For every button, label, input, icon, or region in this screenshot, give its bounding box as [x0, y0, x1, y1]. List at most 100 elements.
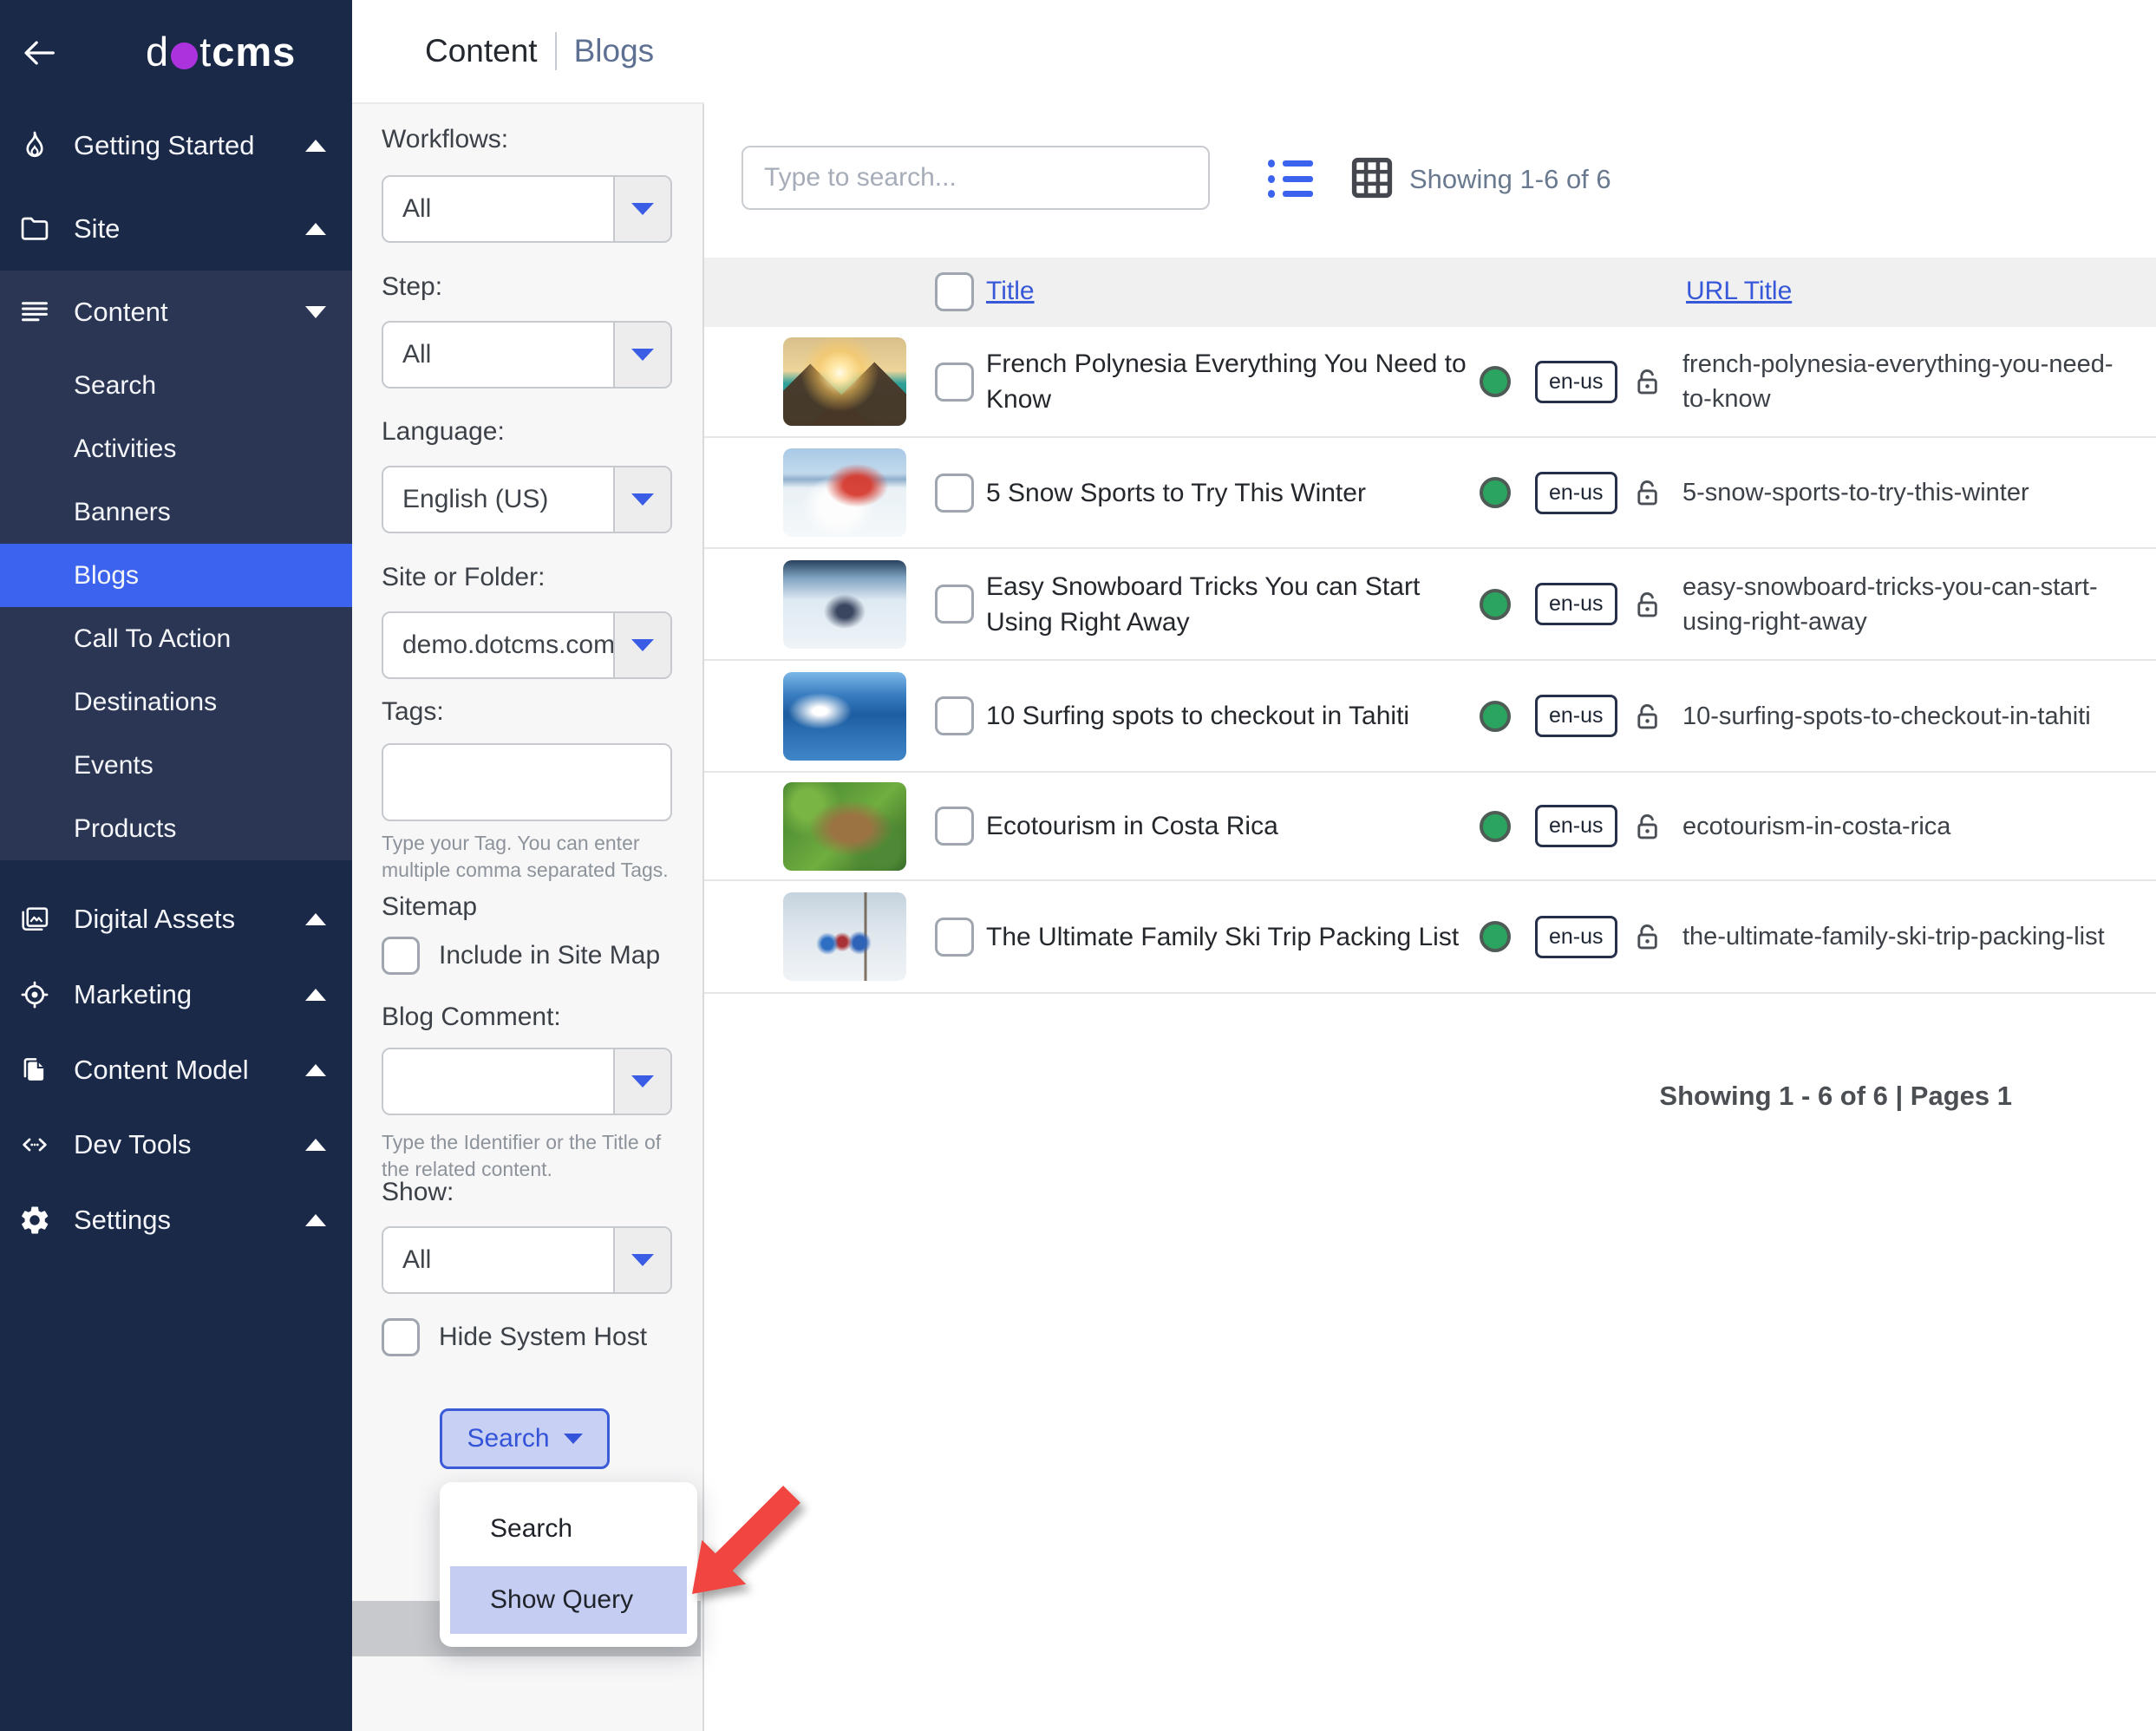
table-row[interactable]: 10 Surfing spots to checkout in Tahiti e… — [704, 661, 2156, 773]
sidebar-item-activities[interactable]: Activities — [0, 417, 352, 480]
sidebar-item-settings[interactable]: Settings — [0, 1179, 352, 1262]
dropdown-button[interactable] — [613, 177, 670, 241]
row-title: The Ultimate Family Ski Trip Packing Lis… — [986, 919, 1459, 955]
search-input[interactable] — [742, 146, 1210, 210]
search-button-label: Search — [467, 1424, 549, 1453]
chevron-up-icon — [305, 140, 326, 152]
language-badge: en-us — [1535, 472, 1617, 514]
sidebar-subitem-label: Products — [74, 814, 176, 844]
row-checkbox[interactable] — [935, 807, 974, 846]
logo-dot-icon — [171, 42, 198, 69]
sidebar-item-dev-tools[interactable]: Dev Tools — [0, 1103, 352, 1186]
column-header-title[interactable]: Title — [986, 277, 1035, 306]
dotcms-logo: d t cms — [146, 29, 296, 75]
topbar: Content Blogs — [352, 0, 2156, 104]
site-or-folder-select[interactable]: demo.dotcms.com — [382, 611, 672, 679]
sidebar-item-marketing[interactable]: Marketing — [0, 953, 352, 1036]
list-view-icon[interactable] — [1268, 160, 1313, 198]
breadcrumb-page: Blogs — [574, 33, 655, 69]
dropdown-button[interactable] — [613, 1228, 670, 1292]
dotcms-blogs-page: { "colors": { "sidebar_bg": "#1b2949", "… — [0, 0, 2156, 1731]
table-header: Title URL Title — [704, 258, 2156, 327]
lock-open-icon — [1632, 661, 1663, 771]
dropdown-button[interactable] — [613, 323, 670, 387]
language-badge: en-us — [1535, 583, 1617, 625]
row-checkbox[interactable] — [935, 474, 974, 513]
workflows-select[interactable]: All — [382, 175, 672, 243]
status-published-icon — [1480, 811, 1511, 842]
breadcrumb-section: Content — [425, 33, 538, 69]
caret-down-icon — [631, 493, 654, 506]
sidebar-item-site[interactable]: Site — [0, 187, 352, 271]
select-all-checkbox[interactable] — [935, 272, 974, 311]
language-select[interactable]: English (US) — [382, 466, 672, 533]
hide-system-host-checkbox[interactable]: Hide System Host — [382, 1318, 647, 1356]
table-row[interactable]: 5 Snow Sports to Try This Winter en-us 5… — [704, 438, 2156, 549]
row-url-title: 10-surfing-spots-to-checkout-in-tahiti — [1682, 699, 2142, 734]
search-button[interactable]: Search — [440, 1408, 610, 1469]
row-checkbox[interactable] — [935, 363, 974, 402]
row-checkbox[interactable] — [935, 585, 974, 624]
table-row[interactable]: French Polynesia Everything You Need to … — [704, 327, 2156, 438]
sidebar-item-search[interactable]: Search — [0, 354, 352, 417]
checkbox-icon — [382, 937, 420, 975]
row-title: 5 Snow Sports to Try This Winter — [986, 475, 1366, 511]
sidebar-subitem-label: Search — [74, 371, 156, 401]
tags-input[interactable] — [382, 743, 672, 821]
image-icon — [17, 902, 52, 937]
flame-icon — [17, 128, 52, 163]
dropdown-button[interactable] — [613, 467, 670, 532]
sidebar-item-events[interactable]: Events — [0, 734, 352, 797]
results-summary: Showing 1-6 of 6 — [1409, 164, 1611, 195]
chevron-up-icon — [305, 1064, 326, 1076]
menu-item-label: Show Query — [490, 1585, 633, 1615]
sidebar-item-banners[interactable]: Banners — [0, 480, 352, 544]
sidebar-item-label: Digital Assets — [74, 904, 235, 935]
document-icon — [17, 1053, 52, 1088]
status-published-icon — [1480, 589, 1511, 620]
sidebar-item-content-model[interactable]: Content Model — [0, 1029, 352, 1112]
sidebar-item-getting-started[interactable]: Getting Started — [0, 104, 352, 187]
text-lines-icon — [17, 295, 52, 330]
sidebar-item-call-to-action[interactable]: Call To Action — [0, 607, 352, 670]
step-value: All — [383, 323, 613, 387]
row-url-title: ecotourism-in-costa-rica — [1682, 809, 2142, 844]
sidebar-item-content[interactable]: Content — [0, 271, 352, 354]
show-select[interactable]: All — [382, 1226, 672, 1294]
language-badge: en-us — [1535, 361, 1617, 403]
logo-text: d — [146, 29, 169, 75]
row-url-title: french-polynesia-everything-you-need-to-… — [1682, 347, 2142, 416]
column-header-url-title[interactable]: URL Title — [1686, 277, 1792, 306]
sitemap-label: Sitemap — [382, 892, 477, 922]
sidebar-item-digital-assets[interactable]: Digital Assets — [0, 878, 352, 961]
sidebar-item-label: Marketing — [74, 979, 192, 1010]
row-url-title: 5-snow-sports-to-try-this-winter — [1682, 475, 2142, 510]
include-in-sitemap-checkbox[interactable]: Include in Site Map — [382, 937, 660, 975]
table-row[interactable]: Easy Snowboard Tricks You can Start Usin… — [704, 549, 2156, 661]
lock-open-icon — [1632, 327, 1663, 436]
sidebar-item-label: Getting Started — [74, 130, 255, 161]
language-label: Language: — [382, 417, 505, 447]
tags-helper-text: Type your Tag. You can enter multiple co… — [382, 830, 687, 884]
sidebar-item-label: Settings — [74, 1205, 171, 1236]
step-select[interactable]: All — [382, 321, 672, 389]
sidebar-subitem-label: Call To Action — [74, 624, 231, 654]
caret-down-icon — [631, 349, 654, 361]
sidebar-item-products[interactable]: Products — [0, 797, 352, 860]
chevron-up-icon — [305, 913, 326, 925]
sidebar-item-blogs[interactable]: Blogs — [0, 544, 352, 607]
back-arrow-icon[interactable] — [19, 33, 59, 73]
row-thumbnail — [783, 672, 906, 761]
row-url-title: the-ultimate-family-ski-trip-packing-lis… — [1682, 919, 2142, 954]
table-row[interactable]: The Ultimate Family Ski Trip Packing Lis… — [704, 881, 2156, 994]
blog-comment-select[interactable] — [382, 1048, 672, 1115]
grid-view-icon[interactable] — [1350, 156, 1394, 199]
row-title: Ecotourism in Costa Rica — [986, 808, 1278, 844]
dropdown-button[interactable] — [613, 613, 670, 677]
sidebar-item-destinations[interactable]: Destinations — [0, 670, 352, 734]
dropdown-button[interactable] — [613, 1049, 670, 1114]
row-checkbox[interactable] — [935, 696, 974, 735]
row-checkbox[interactable] — [935, 918, 974, 957]
sidebar-subitem-label: Events — [74, 751, 154, 781]
table-row[interactable]: Ecotourism in Costa Rica en-us ecotouris… — [704, 773, 2156, 881]
